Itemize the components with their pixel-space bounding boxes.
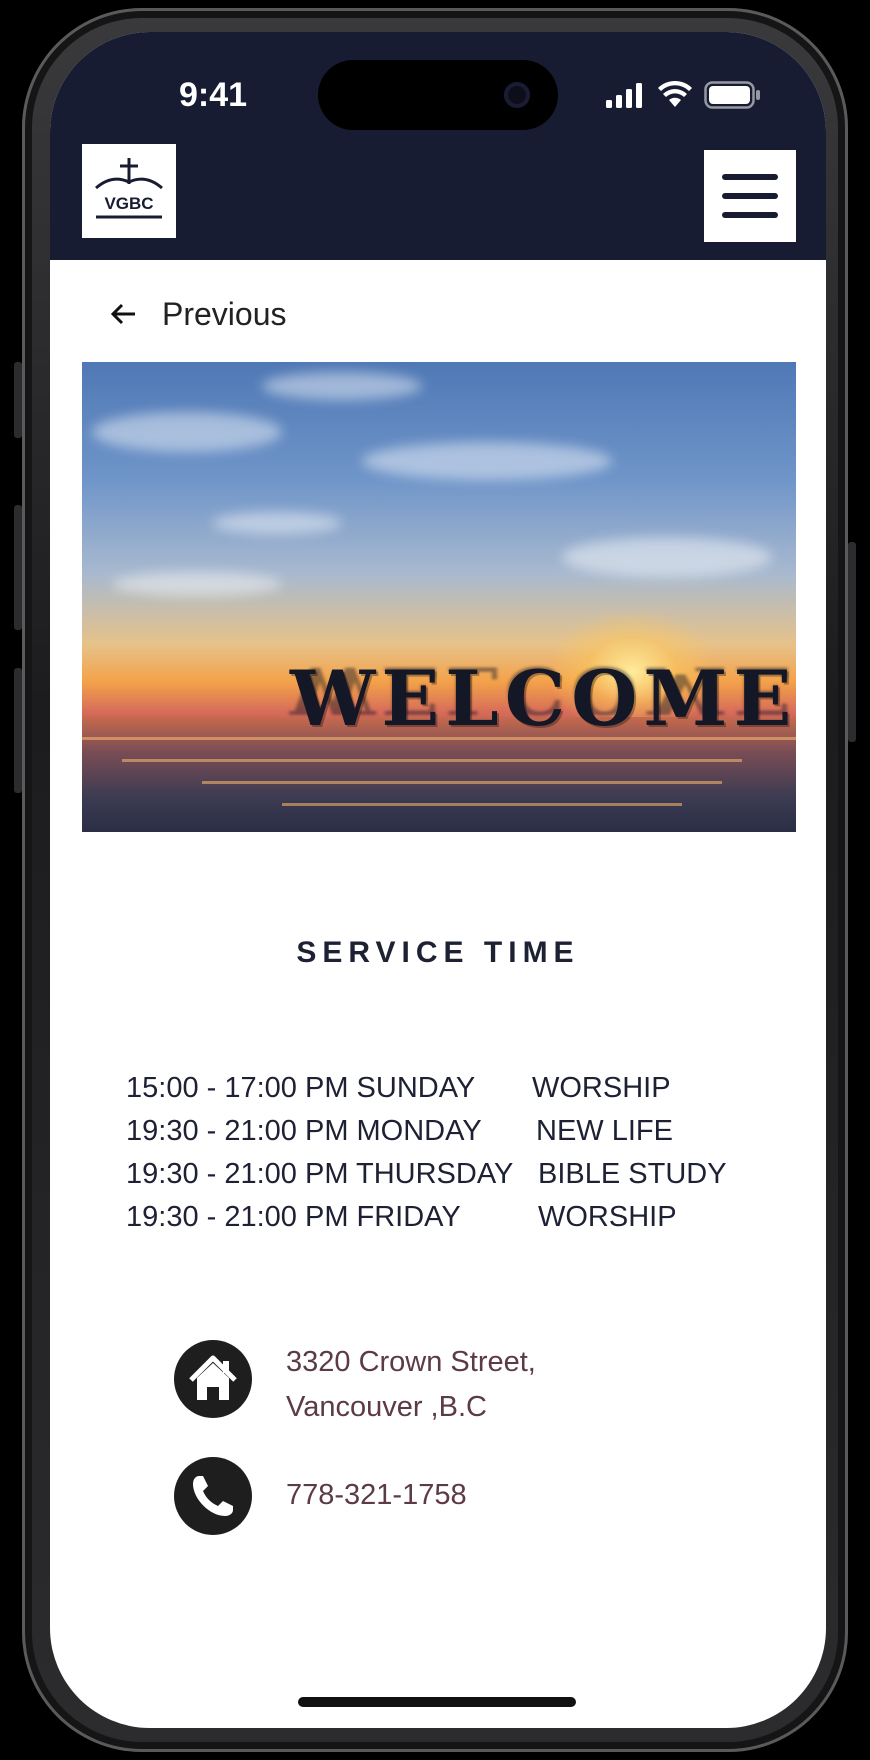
water-reflection	[202, 781, 722, 784]
schedule-row: 19:30 - 21:00 PM MONDAY NEW LIFE	[126, 1115, 776, 1158]
service-time: 19:30 - 21:00 PM FRIDAY	[126, 1201, 461, 1233]
address-line-2: Vancouver ,B.C	[286, 1391, 487, 1423]
cloud	[212, 512, 342, 534]
mute-switch	[14, 362, 22, 438]
volume-up-button	[14, 505, 22, 630]
address-text[interactable]: 3320 Crown Street, Vancouver ,B.C	[286, 1340, 536, 1430]
water-reflection	[282, 803, 682, 806]
service-event: NEW LIFE	[536, 1115, 673, 1147]
cloud	[262, 372, 422, 400]
screen: 9:41 VGBC Previous WELCOME WELCOME SERVI…	[50, 32, 826, 1728]
home-indicator[interactable]	[298, 1697, 576, 1707]
status-time: 9:41	[178, 76, 248, 114]
church-logo[interactable]: VGBC	[82, 144, 176, 238]
hamburger-menu-icon	[722, 174, 778, 180]
service-time: 19:30 - 21:00 PM THURSDAY	[126, 1158, 514, 1190]
service-time: 19:30 - 21:00 PM MONDAY	[126, 1115, 482, 1147]
phone-icon	[193, 1476, 233, 1516]
battery-icon	[704, 81, 760, 109]
address-line-1: 3320 Crown Street,	[286, 1346, 536, 1378]
cloud	[92, 412, 282, 452]
banner-text: WELCOME	[290, 654, 796, 743]
home-icon	[189, 1355, 237, 1400]
phone-number[interactable]: 778-321-1758	[286, 1473, 467, 1518]
schedule-row: 15:00 - 17:00 PM SUNDAY WORSHIP	[126, 1072, 776, 1115]
cloud	[112, 572, 282, 596]
previous-link[interactable]: Previous	[108, 292, 287, 336]
service-event: BIBLE STUDY	[538, 1158, 727, 1190]
power-button	[848, 542, 856, 742]
service-schedule: 15:00 - 17:00 PM SUNDAY WORSHIP 19:30 - …	[126, 1072, 776, 1244]
phone-icon-circle	[174, 1457, 252, 1535]
camera-icon	[504, 82, 530, 108]
cloud	[362, 442, 612, 480]
water-reflection	[122, 759, 742, 762]
status-icons	[606, 80, 766, 110]
arrow-left-icon	[110, 303, 135, 325]
hamburger-menu-icon	[722, 212, 778, 218]
cloud	[562, 537, 772, 577]
hamburger-menu-icon	[722, 193, 778, 199]
welcome-banner-image: WELCOME WELCOME	[82, 362, 796, 832]
logo-text: VGBC	[104, 194, 154, 213]
wifi-icon	[658, 80, 692, 107]
address-row: 3320 Crown Street, Vancouver ,B.C	[174, 1340, 734, 1430]
schedule-row: 19:30 - 21:00 PM THURSDAY BIBLE STUDY	[126, 1158, 776, 1201]
cellular-signal-icon	[606, 83, 642, 108]
menu-button[interactable]	[704, 150, 796, 242]
phone-row: 778-321-1758	[174, 1457, 734, 1537]
service-time: 15:00 - 17:00 PM SUNDAY	[126, 1072, 476, 1104]
header-bar: 9:41 VGBC	[50, 32, 826, 260]
previous-label: Previous	[162, 295, 287, 332]
schedule-row: 19:30 - 21:00 PM FRIDAY WORSHIP	[126, 1201, 776, 1244]
service-event: WORSHIP	[538, 1201, 677, 1233]
service-time-title: SERVICE TIME	[296, 936, 580, 969]
dynamic-island	[318, 60, 558, 130]
service-event: WORSHIP	[532, 1072, 671, 1104]
cross-icon	[95, 158, 163, 219]
address-icon-circle	[174, 1340, 252, 1418]
volume-down-button	[14, 668, 22, 793]
